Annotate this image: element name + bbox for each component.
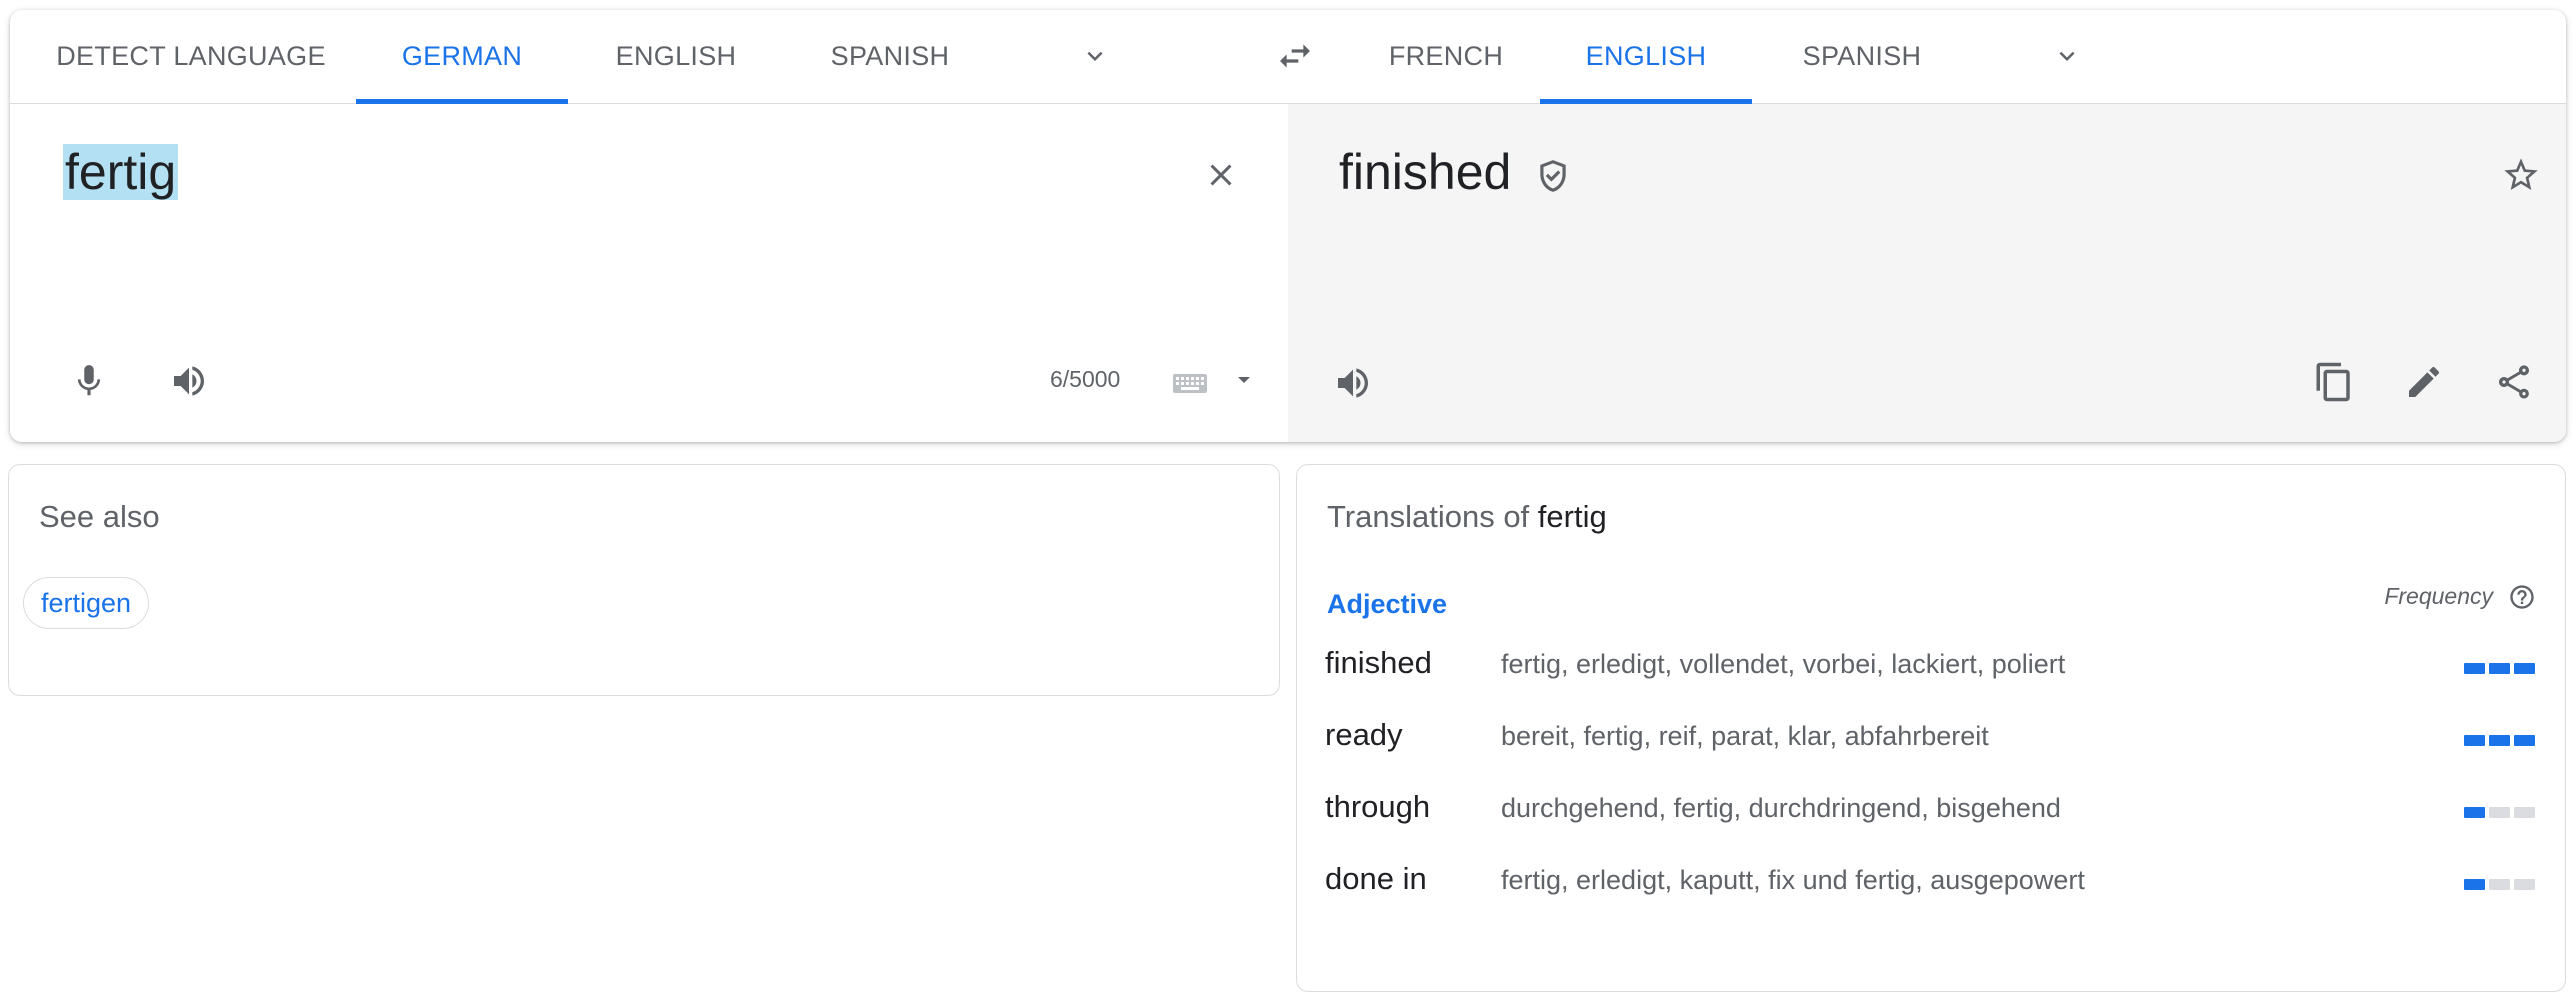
copy-translation-button[interactable]	[2306, 354, 2362, 410]
close-icon	[1203, 157, 1239, 193]
listen-translation-button[interactable]	[1326, 356, 1380, 410]
frequency-segment	[2489, 807, 2510, 818]
frequency-segment	[2464, 807, 2485, 818]
tab-source-spanish[interactable]: SPANISH	[784, 10, 996, 103]
edit-translation-button[interactable]	[2396, 354, 2452, 410]
frequency-label: Frequency	[2384, 583, 2493, 609]
speaker-icon	[1333, 363, 1373, 403]
translations-title-word: fertig	[1537, 499, 1607, 534]
reverse-translations[interactable]: fertig, erledigt, kaputt, fix und fertig…	[1501, 865, 2085, 896]
translation-word[interactable]: finished	[1325, 645, 1432, 681]
tab-target-english[interactable]: ENGLISH	[1540, 10, 1752, 104]
translation-word[interactable]: through	[1325, 789, 1430, 825]
clear-source-button[interactable]	[1196, 150, 1246, 200]
tab-target-spanish[interactable]: SPANISH	[1756, 10, 1968, 103]
listen-source-button[interactable]	[162, 354, 216, 408]
translation-word[interactable]: ready	[1325, 717, 1403, 753]
translation-row[interactable]: finished fertig, erledigt, vollendet, vo…	[1297, 645, 2565, 695]
translation-row[interactable]: through durchgehend, fertig, durchdringe…	[1297, 789, 2565, 839]
translation-pane: finished	[1288, 104, 2566, 442]
frequency-segment	[2489, 663, 2510, 674]
share-icon	[2494, 362, 2534, 402]
verified-translation-badge[interactable]	[1533, 156, 1573, 196]
see-also-panel: See also fertigen	[8, 464, 1280, 696]
swap-languages-button[interactable]	[1250, 30, 1340, 82]
character-count: 6/5000	[1050, 366, 1121, 392]
reverse-translations[interactable]: fertig, erledigt, vollendet, vorbei, lac…	[1501, 649, 2065, 680]
translations-title: Translations of fertig	[1327, 499, 1607, 535]
translation-text: finished	[1339, 144, 1512, 200]
microphone-icon	[70, 362, 108, 400]
frequency-segment	[2464, 735, 2485, 746]
frequency-bar	[2464, 807, 2535, 818]
frequency-bar	[2464, 735, 2535, 746]
keyboard-options-button[interactable]	[1232, 370, 1256, 390]
reverse-translations[interactable]: bereit, fertig, reif, parat, klar, abfah…	[1501, 721, 1989, 752]
part-of-speech-label: Adjective	[1327, 589, 1448, 619]
copy-icon	[2313, 361, 2355, 403]
more-source-languages-button[interactable]	[1050, 33, 1140, 79]
shield-check-icon	[1534, 157, 1572, 195]
tab-source-german[interactable]: GERMAN	[356, 10, 568, 104]
see-also-title: See also	[39, 499, 160, 534]
translator-card: DETECT LANGUAGE GERMAN ENGLISH SPANISH F…	[10, 10, 2566, 442]
frequency-segment	[2514, 807, 2535, 818]
translations-panel: Translations of fertig Adjective Frequen…	[1296, 464, 2566, 992]
frequency-bar	[2464, 879, 2535, 890]
tab-target-french[interactable]: FRENCH	[1340, 10, 1552, 103]
translation-word[interactable]: done in	[1325, 861, 1427, 897]
translations-title-prefix: Translations of	[1327, 499, 1530, 534]
speaker-icon	[169, 361, 209, 401]
dropdown-arrow-icon	[1236, 375, 1252, 385]
frequency-segment	[2464, 663, 2485, 674]
frequency-segment	[2464, 879, 2485, 890]
share-translation-button[interactable]	[2486, 354, 2542, 410]
frequency-segment	[2514, 663, 2535, 674]
swap-icon	[1275, 36, 1315, 76]
language-tab-bar: DETECT LANGUAGE GERMAN ENGLISH SPANISH F…	[10, 10, 2566, 104]
frequency-segment	[2514, 735, 2535, 746]
tab-source-english[interactable]: ENGLISH	[570, 10, 782, 103]
save-translation-button[interactable]	[2494, 148, 2548, 202]
source-text-selection: fertig	[63, 144, 179, 200]
chevron-down-icon	[2052, 41, 2082, 71]
chevron-down-icon	[1080, 41, 1110, 71]
frequency-bar	[2464, 663, 2535, 674]
frequency-segment	[2514, 879, 2535, 890]
source-text-input[interactable]: fertig	[63, 140, 179, 204]
see-also-chip[interactable]: fertigen	[23, 577, 150, 629]
frequency-segment	[2489, 879, 2510, 890]
source-pane: fertig 6/5000	[10, 104, 1288, 442]
reverse-translations[interactable]: durchgehend, fertig, durchdringend, bisg…	[1501, 793, 2061, 824]
frequency-segment	[2489, 735, 2510, 746]
keyboard-icon	[1172, 371, 1208, 395]
frequency-help-button[interactable]	[2507, 582, 2537, 612]
more-target-languages-button[interactable]	[2022, 33, 2112, 79]
translation-row[interactable]: ready bereit, fertig, reif, parat, klar,…	[1297, 717, 2565, 767]
tab-detect-language[interactable]: DETECT LANGUAGE	[30, 10, 352, 103]
translation-row[interactable]: done in fertig, erledigt, kaputt, fix un…	[1297, 861, 2565, 911]
help-circle-icon	[2508, 583, 2536, 611]
keyboard-button[interactable]	[1170, 368, 1210, 398]
pencil-icon	[2404, 362, 2444, 402]
star-icon	[2501, 155, 2541, 195]
voice-input-button[interactable]	[62, 354, 116, 408]
